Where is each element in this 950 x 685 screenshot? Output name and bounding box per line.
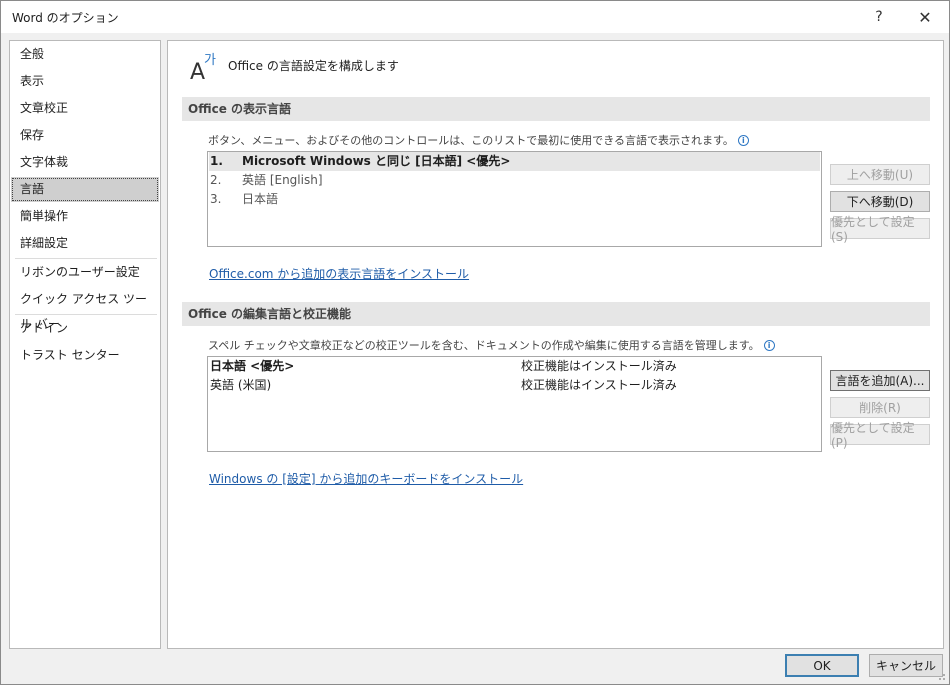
sidebar-divider <box>15 258 157 259</box>
info-icon[interactable]: i <box>763 339 775 351</box>
remove-language-button[interactable]: 削除(R) <box>830 397 930 418</box>
sidebar-item-trust-center[interactable]: トラスト センター <box>11 343 159 368</box>
sidebar-divider <box>15 314 157 315</box>
editing-language-description-text: スペル チェックや文章校正などの校正ツールを含む、ドキュメントの作成や編集に使用… <box>208 339 760 352</box>
ok-button[interactable]: OK <box>785 654 859 677</box>
editing-language-section-title: Office の編集言語と校正機能 <box>182 302 930 326</box>
install-display-language-link[interactable]: Office.com から追加の表示言語をインストール <box>209 265 469 282</box>
move-down-button[interactable]: 下へ移動(D) <box>830 191 930 212</box>
display-language-description: ボタン、メニュー、およびその他のコントロールは、このリストで最初に使用できる言語… <box>208 132 749 148</box>
move-up-button[interactable]: 上へ移動(U) <box>830 164 930 185</box>
title-bar: Word のオプション ? ✕ <box>1 1 949 33</box>
list-item[interactable]: 2. 英語 [English] <box>209 171 820 190</box>
options-dialog: Word のオプション ? ✕ 全般 表示 文章校正 保存 文字体裁 言語 簡単… <box>0 0 950 685</box>
list-item[interactable]: 1. Microsoft Windows と同じ [日本語] <優先> <box>209 152 820 171</box>
window-title: Word のオプション <box>12 11 119 25</box>
sidebar-item-customize-ribbon[interactable]: リボンのユーザー設定 <box>11 260 159 285</box>
sidebar-item-accessibility[interactable]: 簡単操作 <box>11 204 159 229</box>
cancel-button[interactable]: キャンセル <box>869 654 943 677</box>
main-content: A 가 Office の言語設定を構成します Office の表示言語 ボタン、… <box>167 40 944 649</box>
language-icon: A 가 <box>190 53 216 80</box>
close-button[interactable]: ✕ <box>903 1 947 33</box>
sidebar-item-addins[interactable]: アドイン <box>11 316 159 341</box>
sidebar-item-general[interactable]: 全般 <box>11 42 159 67</box>
sidebar-item-typography[interactable]: 文字体裁 <box>11 150 159 175</box>
sidebar-item-save[interactable]: 保存 <box>11 123 159 148</box>
set-preferred-editing-button[interactable]: 優先として設定(P) <box>830 421 930 450</box>
list-item-language: 英語 (米国) <box>210 378 272 392</box>
sidebar-item-display[interactable]: 表示 <box>11 69 159 94</box>
editing-language-description: スペル チェックや文章校正などの校正ツールを含む、ドキュメントの作成や編集に使用… <box>208 337 775 353</box>
display-language-list[interactable]: 1. Microsoft Windows と同じ [日本語] <優先> 2. 英… <box>207 151 822 247</box>
sidebar: 全般 表示 文章校正 保存 文字体裁 言語 簡単操作 詳細設定 リボンのユーザー… <box>9 40 161 649</box>
help-button[interactable]: ? <box>857 1 901 33</box>
display-language-section-title: Office の表示言語 <box>182 97 930 121</box>
sidebar-item-language[interactable]: 言語 <box>11 177 159 202</box>
list-item-status: 校正機能はインストール済み <box>521 359 677 373</box>
svg-text:A: A <box>190 60 205 80</box>
sidebar-item-proofing[interactable]: 文章校正 <box>11 96 159 121</box>
sidebar-item-advanced[interactable]: 詳細設定 <box>11 231 159 256</box>
install-keyboard-link[interactable]: Windows の [設定] から追加のキーボードをインストール <box>209 470 523 487</box>
list-item-language: 日本語 <優先> <box>210 359 295 373</box>
list-item[interactable]: 3. 日本語 <box>209 190 820 209</box>
list-item-number: 2. <box>210 173 222 187</box>
list-item-label: Microsoft Windows と同じ [日本語] <優先> <box>242 154 511 168</box>
add-language-button[interactable]: 言語を追加(A)... <box>830 370 930 391</box>
svg-text:가: 가 <box>204 53 216 68</box>
list-item-label: 英語 [English] <box>242 173 323 187</box>
list-item-number: 1. <box>210 154 223 168</box>
set-preferred-display-button[interactable]: 優先として設定(S) <box>830 215 930 244</box>
editing-language-list[interactable]: 日本語 <優先> 校正機能はインストール済み 英語 (米国) 校正機能はインスト… <box>207 356 822 452</box>
page-title: Office の言語設定を構成します <box>228 59 399 73</box>
list-item[interactable]: 英語 (米国) 校正機能はインストール済み <box>209 376 820 395</box>
resize-grip-icon[interactable] <box>936 671 946 681</box>
list-item-number: 3. <box>210 192 222 206</box>
list-item-status: 校正機能はインストール済み <box>521 378 677 392</box>
list-item-label: 日本語 <box>242 192 279 206</box>
sidebar-item-quick-access-toolbar[interactable]: クイック アクセス ツール バー <box>11 287 159 331</box>
info-icon[interactable]: i <box>737 134 749 146</box>
display-language-description-text: ボタン、メニュー、およびその他のコントロールは、このリストで最初に使用できる言語… <box>208 134 734 147</box>
list-item[interactable]: 日本語 <優先> 校正機能はインストール済み <box>209 357 820 376</box>
